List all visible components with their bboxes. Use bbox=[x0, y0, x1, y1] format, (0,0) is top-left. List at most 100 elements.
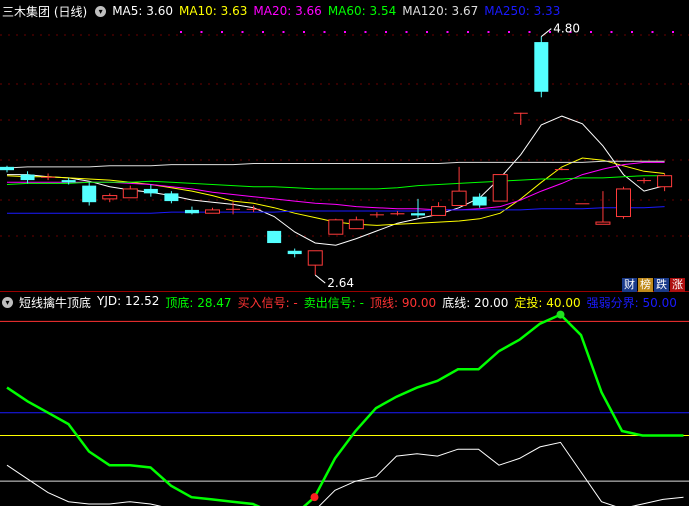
candle bbox=[267, 230, 282, 244]
marker-dot bbox=[262, 31, 264, 33]
candle-body bbox=[122, 188, 138, 199]
marker-dot bbox=[221, 31, 223, 33]
indicator-legend-item: 顶线: 90.00 bbox=[369, 295, 437, 310]
signal-markers bbox=[310, 310, 565, 502]
candle bbox=[307, 250, 323, 276]
indicator-legend: YJD: 12.52 顶底: 28.47 买入信号: - 卖出信号: - 顶线: 90.… bbox=[97, 294, 683, 311]
candle-body bbox=[513, 112, 528, 114]
marker-dot bbox=[282, 31, 285, 33]
marker-dot bbox=[344, 31, 346, 33]
candle-body bbox=[534, 42, 549, 92]
indicator-legend-item: 卖出信号: - bbox=[303, 295, 364, 310]
candle-body bbox=[61, 180, 76, 183]
candle-body bbox=[369, 214, 384, 216]
badge[interactable]: 榜 bbox=[638, 278, 653, 292]
candle bbox=[534, 36, 549, 98]
candle bbox=[20, 171, 35, 184]
candle-body bbox=[267, 230, 282, 244]
marker-dot bbox=[590, 31, 592, 33]
candle bbox=[287, 248, 302, 258]
candle-body bbox=[307, 250, 323, 266]
candle-body bbox=[348, 219, 364, 230]
marker-dot bbox=[426, 31, 428, 33]
candlesticks[interactable] bbox=[0, 36, 673, 276]
candle-body bbox=[554, 169, 569, 171]
indicator-legend-item: 顶底: 28.47 bbox=[165, 295, 232, 310]
info-badges: 财榜跌涨 bbox=[622, 278, 685, 292]
marker-dot bbox=[631, 31, 633, 33]
indicator-title: 短线擒牛顶底 bbox=[19, 295, 92, 310]
candle-body bbox=[616, 188, 631, 218]
candle bbox=[41, 173, 56, 181]
chevron-down-icon[interactable]: ▾ bbox=[95, 5, 107, 17]
indicator-lines bbox=[6, 313, 684, 506]
stock-title: 三木集团 (日线) bbox=[2, 4, 88, 19]
marker-dot bbox=[323, 31, 326, 33]
candle-body bbox=[102, 195, 118, 200]
candle-body bbox=[575, 203, 590, 205]
marker-dot bbox=[549, 31, 551, 33]
marker-dot bbox=[303, 31, 305, 33]
candle bbox=[205, 207, 220, 214]
candle bbox=[431, 202, 447, 216]
marker-dot bbox=[610, 31, 613, 33]
candle-body bbox=[411, 213, 425, 216]
ma-legend-item: MA10: 3.63 bbox=[178, 4, 248, 18]
candle bbox=[328, 218, 344, 235]
badge[interactable]: 财 bbox=[622, 278, 637, 292]
chart-canvas[interactable]: 4.80 2.64 bbox=[0, 0, 689, 506]
candle bbox=[411, 198, 425, 218]
candle bbox=[616, 186, 631, 219]
ma-legend: MA5: 3.60 MA10: 3.63 MA20: 3.66 MA60: 3.54 M… bbox=[112, 4, 566, 18]
marker-dot bbox=[508, 31, 510, 33]
candle bbox=[657, 173, 673, 192]
marker-dot bbox=[528, 31, 531, 33]
marker-dot bbox=[672, 31, 674, 33]
marker-dot bbox=[200, 31, 203, 33]
indicator-legend-item: 定投: 40.00 bbox=[514, 295, 581, 310]
badge[interactable]: 涨 bbox=[670, 278, 685, 292]
indicator-legend-item: 强弱分界: 50.00 bbox=[586, 295, 677, 310]
candle bbox=[492, 174, 508, 202]
candle bbox=[348, 216, 364, 230]
ma-legend-item: MA20: 3.66 bbox=[253, 4, 322, 18]
candle-body bbox=[472, 196, 487, 206]
indicator-series-line bbox=[6, 441, 684, 506]
candle bbox=[637, 177, 652, 184]
candle-body bbox=[164, 193, 179, 202]
ma-legend-item: MA120: 3.67 bbox=[402, 4, 479, 18]
badge[interactable]: 跌 bbox=[654, 278, 669, 292]
candle bbox=[184, 206, 199, 215]
candle-body bbox=[184, 209, 199, 214]
low-label-pointer bbox=[314, 274, 326, 284]
candle bbox=[575, 203, 590, 205]
candle-body bbox=[657, 175, 673, 188]
candle bbox=[513, 112, 528, 125]
indicator-legend-item: YJD: 12.52 bbox=[97, 293, 160, 308]
candle-body bbox=[431, 206, 447, 216]
indicator-legend-item: 底线: 20.00 bbox=[442, 295, 509, 310]
candle bbox=[143, 184, 158, 197]
indicator-header: ▾ 短线擒牛顶底 YJD: 12.52 顶底: 28.47 买入信号: - 卖出信号:… bbox=[0, 292, 689, 312]
candle-body bbox=[20, 174, 35, 181]
candle-body bbox=[595, 221, 611, 225]
price-header: 三木集团 (日线) ▾ MA5: 3.60 MA10: 3.63 MA20: 3.6… bbox=[2, 1, 572, 21]
candle bbox=[369, 212, 384, 218]
candle-body bbox=[41, 176, 56, 178]
candle-body bbox=[287, 250, 302, 255]
marker-dot bbox=[405, 31, 408, 33]
ma-legend-item: MA250: 3.33 bbox=[484, 4, 561, 18]
marker-dot bbox=[487, 31, 490, 33]
marker-dot bbox=[467, 31, 469, 33]
candle-body bbox=[451, 190, 467, 206]
chevron-down-icon[interactable]: ▾ bbox=[2, 296, 13, 308]
candle-body bbox=[328, 219, 344, 235]
candle-body bbox=[205, 209, 220, 214]
indicator-series-line bbox=[6, 313, 684, 506]
marker-dot bbox=[651, 31, 654, 33]
candle-body bbox=[637, 180, 652, 182]
ma-legend-item: MA60: 3.54 bbox=[327, 4, 397, 18]
indicator-legend-item: 买入信号: - bbox=[237, 295, 298, 310]
candle bbox=[451, 166, 467, 206]
marker-dot bbox=[180, 31, 182, 33]
